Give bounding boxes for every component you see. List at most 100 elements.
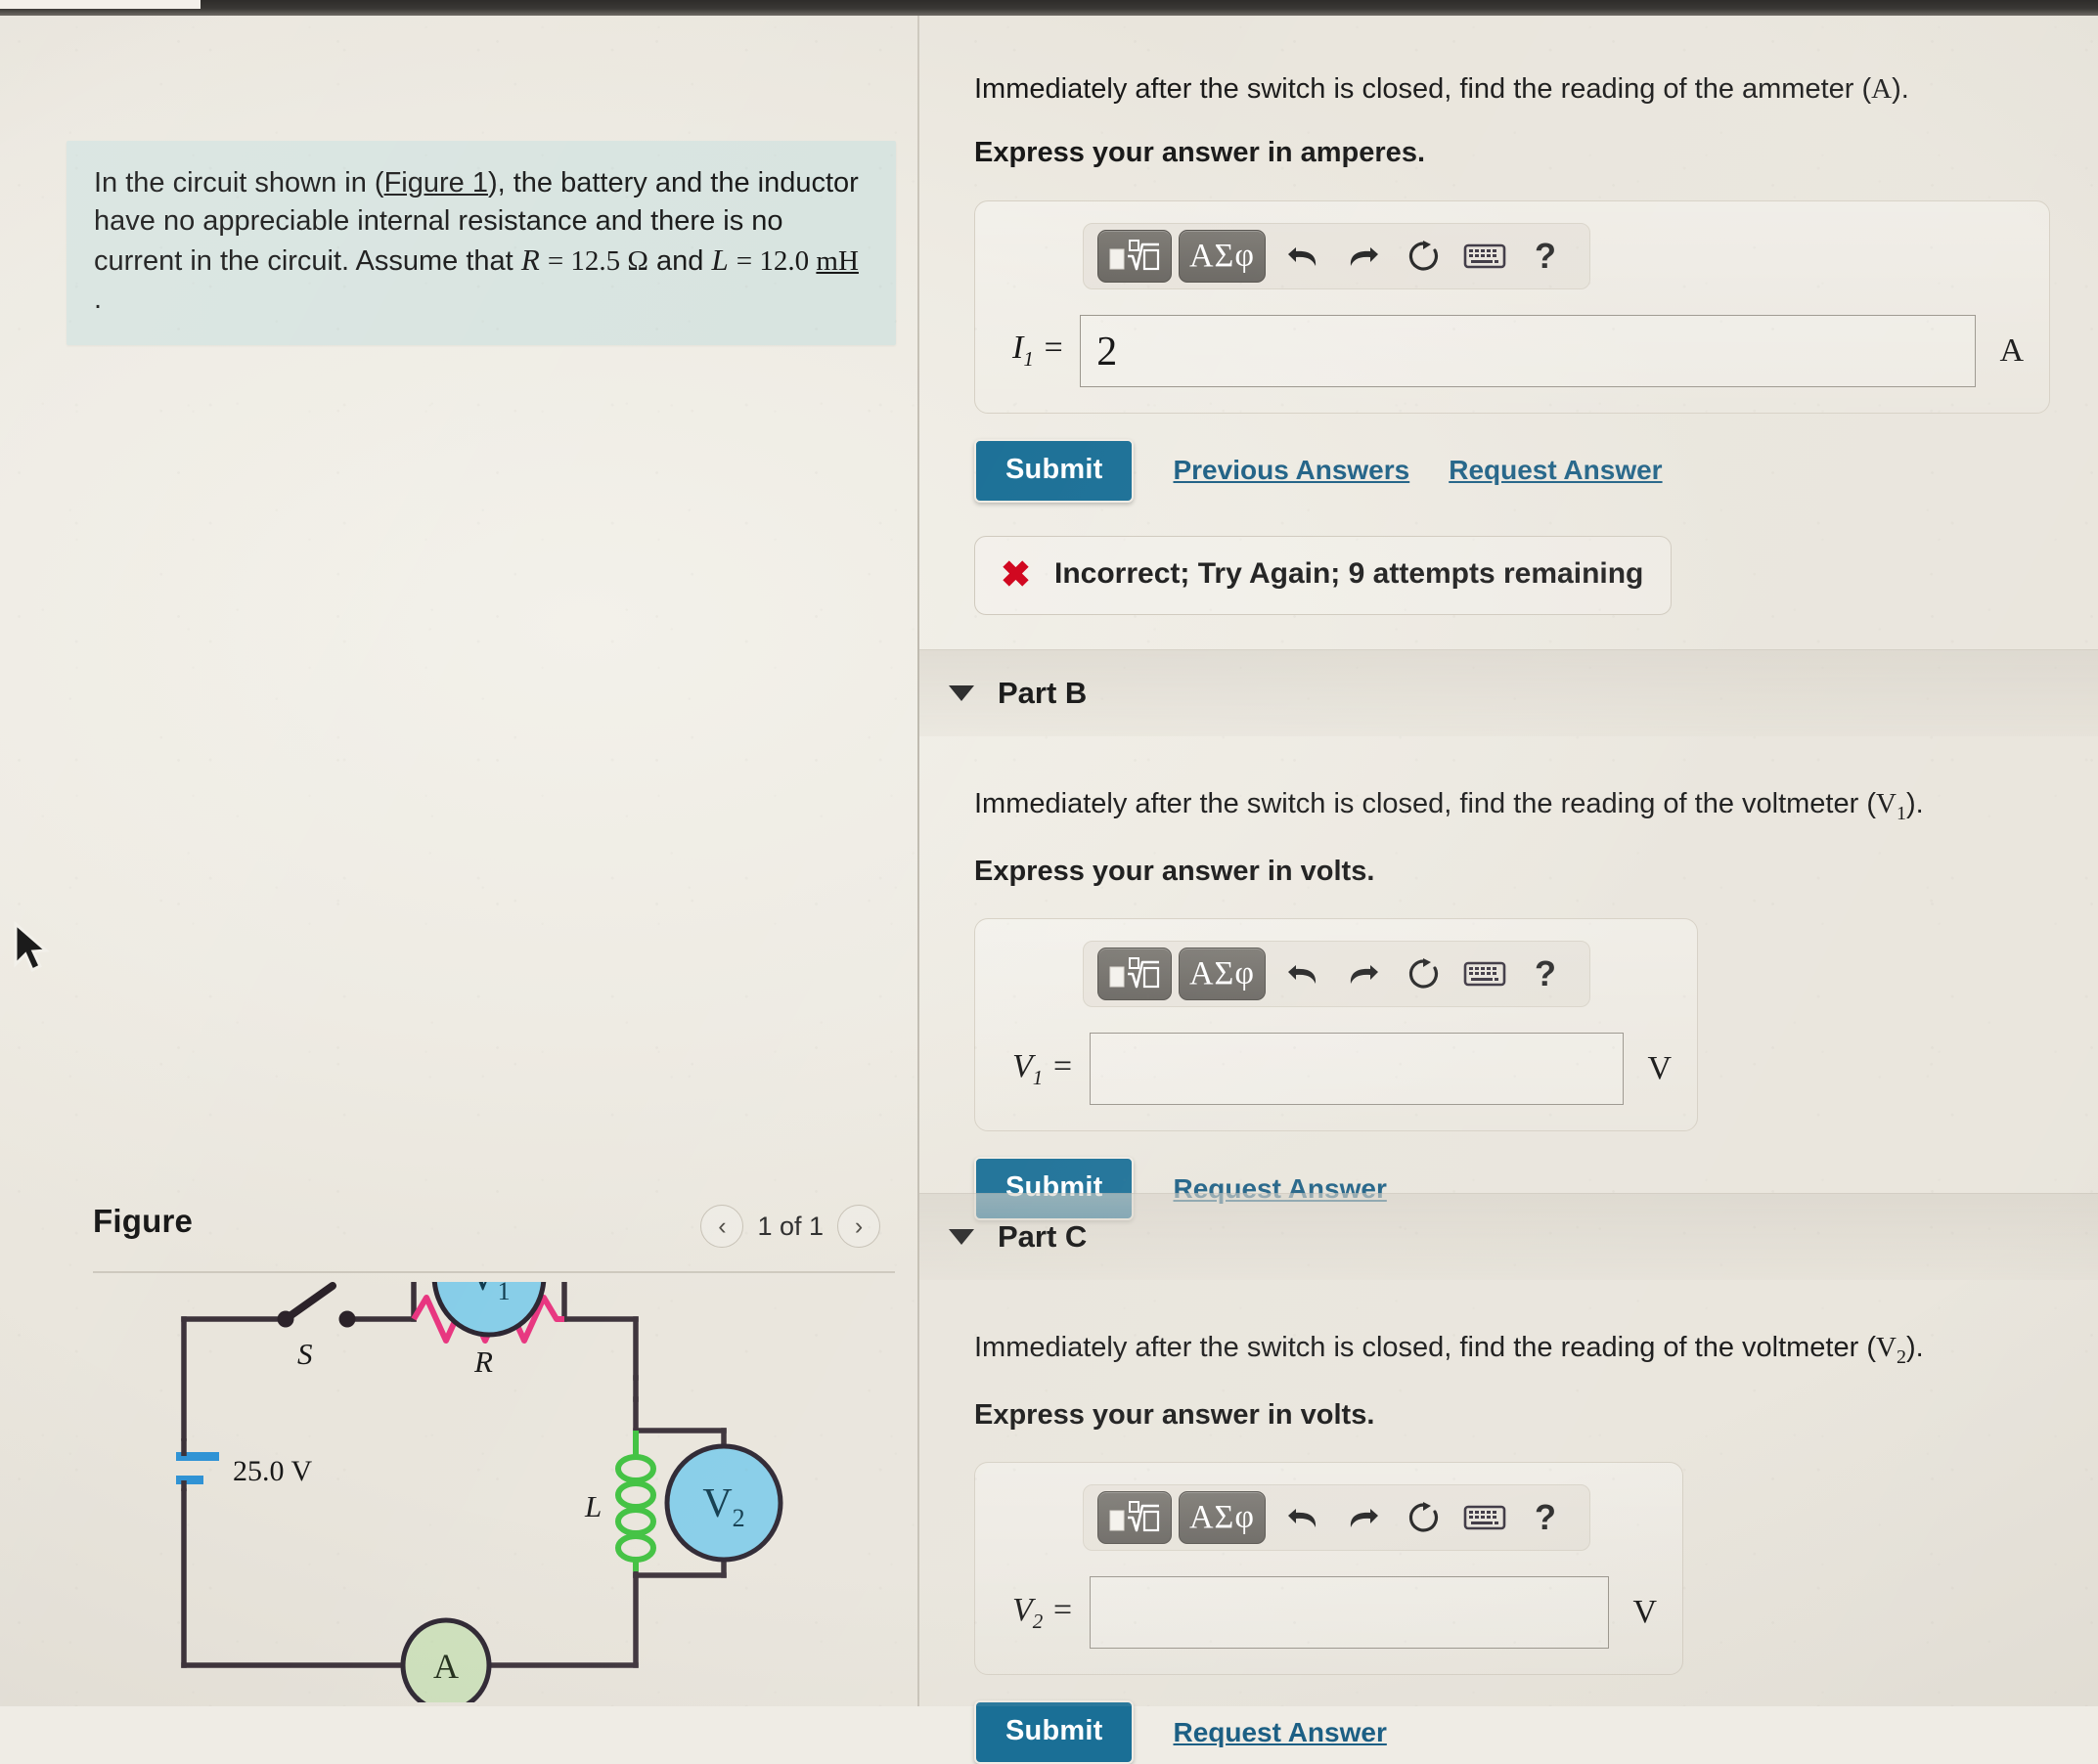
part-c-field-sub: 2 (1032, 1609, 1044, 1633)
page-container: In the circuit shown in (Figure 1), the … (0, 16, 2098, 1764)
ammeter: A (400, 1617, 492, 1713)
part-c-field-row: V2 = V (1001, 1576, 1657, 1650)
voltmeter-1-label: V (468, 1282, 497, 1300)
problem-statement: In the circuit shown in (Figure 1), the … (67, 141, 896, 346)
part-b-answer-box: ΑΣφ ? V1 = V (974, 918, 1698, 1132)
part-a-field-symbol: I (1012, 330, 1024, 367)
part-b-math-toolbar: ΑΣφ ? (1083, 941, 1590, 1008)
inductance-symbol: L (711, 243, 729, 278)
part-c-question-symbol: V2 (1875, 1332, 1906, 1368)
part-a-field-sub: 1 (1023, 347, 1034, 372)
resistance-symbol: R (520, 243, 540, 278)
chevron-down-icon[interactable] (949, 685, 974, 701)
part-b-body: Immediately after the switch is closed, … (919, 736, 2044, 1221)
reset-icon[interactable] (1394, 230, 1454, 283)
part-a-answer-box: ΑΣφ ? I1 = 2 A (974, 199, 2050, 414)
figure-header: Figure ‹ 1 of 1 › (93, 1195, 880, 1271)
greek-symbols-button[interactable]: ΑΣφ (1179, 229, 1266, 283)
part-c-question-tail: ). (1905, 1332, 1924, 1363)
part-b-question: Immediately after the switch is closed, … (974, 785, 2044, 827)
part-a-question: Immediately after the switch is closed, … (974, 70, 2050, 109)
inductance-unit: mH (816, 245, 859, 278)
incorrect-x-icon: ✖ (1001, 553, 1032, 595)
part-a-submit-button[interactable]: Submit (974, 438, 1135, 503)
voltmeter-2: V2 (664, 1443, 783, 1563)
part-b-instruction: Express your answer in volts. (974, 855, 1375, 887)
part-a-question-tail: ). (1892, 73, 1909, 105)
redo-icon[interactable] (1333, 1491, 1394, 1544)
figure-next-button[interactable]: › (837, 1205, 880, 1248)
resistor-label: R (473, 1345, 493, 1379)
voltmeter-2-label: V (702, 1481, 732, 1526)
battery: + 25.0 V (143, 1417, 312, 1491)
figure-prev-button[interactable]: ‹ (700, 1205, 744, 1248)
reset-icon[interactable] (1394, 948, 1454, 1000)
part-a-actions: Submit Previous Answers Request Answer (974, 438, 2050, 503)
part-b-question-symbol: V1 (1875, 788, 1906, 824)
part-a-feedback: ✖ Incorrect; Try Again; 9 attempts remai… (974, 535, 1673, 615)
greek-symbols-button[interactable]: ΑΣφ (1179, 1491, 1266, 1545)
part-a-instruction: Express your answer in amperes. (974, 137, 1425, 169)
right-pane: Immediately after the switch is closed, … (919, 16, 2098, 1764)
reset-icon[interactable] (1394, 1491, 1454, 1544)
part-c-actions: Submit Request Answer (974, 1700, 2044, 1764)
redo-icon[interactable] (1333, 230, 1394, 283)
chevron-down-icon[interactable] (949, 1229, 974, 1245)
part-a-answer-input[interactable]: 2 (1080, 314, 1977, 387)
help-icon[interactable]: ? (1515, 948, 1576, 1000)
redo-icon[interactable] (1333, 948, 1394, 1000)
part-b-unit: V (1647, 1050, 1672, 1087)
part-a-request-answer-link[interactable]: Request Answer (1449, 455, 1662, 486)
keyboard-icon[interactable] (1454, 948, 1515, 1000)
part-c-field-symbol: V (1012, 1592, 1033, 1629)
voltmeter-1-sub: 1 (498, 1282, 511, 1305)
resistance-value: = 12.5 Ω (547, 245, 648, 278)
part-c-request-answer-link[interactable]: Request Answer (1173, 1717, 1386, 1748)
part-b-header[interactable]: Part B (919, 649, 2098, 736)
part-b-question-tail: ). (1905, 788, 1924, 819)
help-icon[interactable]: ? (1515, 230, 1576, 283)
undo-icon[interactable] (1272, 948, 1333, 1000)
part-b-field-sub: 1 (1032, 1065, 1044, 1089)
undo-icon[interactable] (1272, 1491, 1333, 1544)
part-b-field-symbol: V (1012, 1048, 1033, 1085)
math-template-button[interactable] (1097, 1491, 1172, 1545)
help-icon[interactable]: ? (1515, 1491, 1576, 1544)
part-a-field-row: I1 = 2 A (1001, 314, 2024, 387)
figure-divider (93, 1271, 895, 1273)
left-pane: In the circuit shown in (Figure 1), the … (0, 16, 917, 1713)
figure-1-link[interactable]: Figure 1 (384, 167, 488, 198)
math-template-button[interactable] (1097, 948, 1172, 1001)
greek-symbols-button[interactable]: ΑΣφ (1179, 948, 1266, 1001)
part-c-submit-button[interactable]: Submit (974, 1700, 1135, 1764)
part-a-field-label: I1 = (1012, 330, 1064, 372)
part-b-question-text: Immediately after the switch is closed, … (974, 788, 1876, 819)
figure-page-label: 1 of 1 (757, 1211, 824, 1241)
part-a-body: Immediately after the switch is closed, … (974, 70, 2050, 615)
circuit-diagram: + 25.0 V S R (143, 1214, 841, 1713)
battery-voltage-label: 25.0 V (233, 1455, 312, 1487)
part-b-field-eq: = (1050, 1048, 1074, 1085)
voltmeter-2-sub: 2 (733, 1504, 745, 1532)
part-b-title: Part B (998, 676, 1088, 710)
part-b-answer-input[interactable] (1089, 1033, 1625, 1106)
part-c-field-label: V2 = (1012, 1592, 1074, 1634)
math-template-button[interactable] (1097, 229, 1172, 283)
part-c-title: Part C (998, 1219, 1088, 1254)
part-a-previous-answers-link[interactable]: Previous Answers (1173, 455, 1409, 486)
part-a-unit: A (1999, 331, 2024, 369)
undo-icon[interactable] (1272, 230, 1333, 283)
inductor-label: L (584, 1489, 602, 1523)
part-c-answer-box: ΑΣφ ? V2 = V (974, 1462, 1683, 1676)
switch-label: S (297, 1337, 313, 1371)
keyboard-icon[interactable] (1454, 1491, 1515, 1544)
part-c-header[interactable]: Part C (919, 1193, 2098, 1280)
inductance-value: = 12.0 (736, 245, 817, 278)
pane-divider (917, 16, 919, 1706)
circuit-svg: + 25.0 V S R (143, 1214, 783, 1713)
feedback-message: Incorrect; Try Again; 9 attempts remaini… (1054, 557, 1644, 591)
keyboard-icon[interactable] (1454, 230, 1515, 283)
part-c-answer-input[interactable] (1089, 1576, 1610, 1650)
problem-period: . (94, 283, 103, 315)
part-b-field-label: V1 = (1012, 1048, 1074, 1090)
